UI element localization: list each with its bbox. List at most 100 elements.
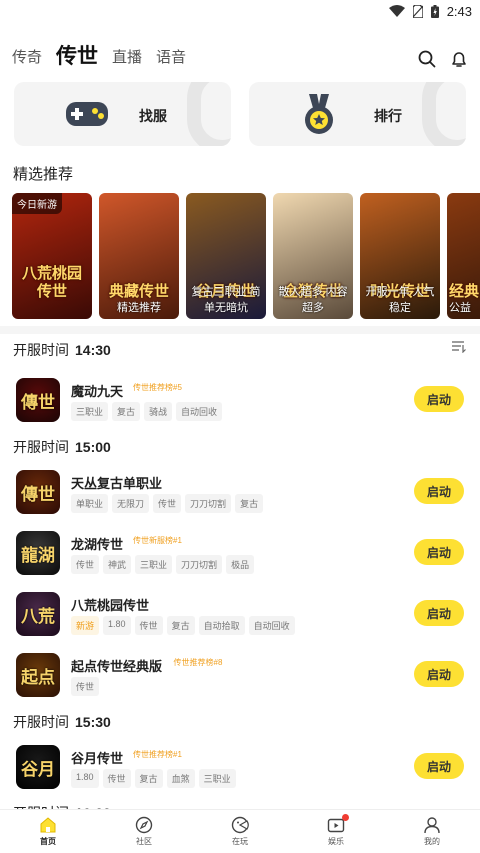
status-time: 2:43 xyxy=(446,3,472,19)
search-icon[interactable] xyxy=(418,50,436,68)
tag: 三职业 xyxy=(71,402,109,421)
server-time-value: 15:00 xyxy=(75,439,111,455)
game-row[interactable]: 起点 起点传世经典版 传世推荐榜#8 传世 启动 xyxy=(0,653,480,709)
game-row[interactable]: 八荒 八荒桃园传世 新游 1.80 传世 复古 自动拾取 自动回收 启动 xyxy=(0,592,480,648)
compass-icon xyxy=(135,816,153,834)
launch-button[interactable]: 启动 xyxy=(414,386,464,412)
server-time-value: 15:30 xyxy=(75,714,111,730)
featured-card[interactable]: 经典 公益 xyxy=(447,193,480,319)
medal-icon xyxy=(305,94,333,134)
tag: 自动回收 xyxy=(248,616,295,635)
server-time-header: 开服时间 15:30 xyxy=(13,712,111,732)
tag: 自动拾取 xyxy=(198,616,245,635)
game-icon: 傳世 xyxy=(16,378,60,422)
game-row[interactable]: 龍湖 龙湖传世 传世新服榜#1 传世 神武 三职业 刀刀切割 极品 启动 xyxy=(0,531,480,587)
sort-icon[interactable] xyxy=(452,341,466,353)
wifi-icon xyxy=(388,5,405,17)
game-name: 魔动九天 xyxy=(71,384,124,399)
rank-badge: 传世推荐榜#8 xyxy=(173,658,223,667)
tag: 新游 xyxy=(71,616,100,635)
top-tab-bar: 传奇 传世 直播 语音 xyxy=(12,38,468,72)
ranking-card[interactable]: 排行 xyxy=(249,82,466,146)
tag-list: 传世 xyxy=(71,677,100,696)
tag: 血煞 xyxy=(166,769,195,788)
featured-card[interactable]: 谷月传世 复古三职业 简单无暗坑 xyxy=(186,193,266,319)
game-name: 起点传世经典版 xyxy=(71,659,163,674)
server-time-header: 开服时间 14:30 xyxy=(13,340,111,360)
nav-label: 我的 xyxy=(424,837,440,846)
find-server-card[interactable]: 找服 xyxy=(14,82,231,146)
home-icon xyxy=(40,817,56,833)
game-icon: 谷月 xyxy=(16,745,60,789)
tag: 复古 xyxy=(235,494,264,513)
notification-dot xyxy=(342,814,349,821)
rank-badge: 传世推荐榜#5 xyxy=(133,383,182,392)
server-time-label: 开服时间 xyxy=(13,342,69,358)
featured-card-subtitle: 复古三职业 简单无暗坑 xyxy=(191,286,261,314)
featured-card[interactable]: 典藏传世 精选推荐 xyxy=(99,193,179,319)
tab-chuanqi[interactable]: 传奇 xyxy=(12,48,42,72)
find-server-label: 找服 xyxy=(139,108,167,124)
gamepad-icon xyxy=(231,816,249,834)
tab-chuanshi[interactable]: 传世 xyxy=(56,44,98,72)
game-name: 天丛复古单职业 xyxy=(71,476,163,491)
tag: 三职业 xyxy=(135,555,173,574)
nav-community[interactable]: 社区 xyxy=(96,810,192,853)
game-row[interactable]: 傳世 魔动九天 传世推荐榜#5 三职业 复古 骑战 自动回收 启动 xyxy=(0,378,480,434)
launch-button[interactable]: 启动 xyxy=(414,539,464,565)
nav-playing[interactable]: 在玩 xyxy=(192,810,288,853)
featured-card[interactable]: 时光传世 开服一年 人气稳定 xyxy=(360,193,440,319)
tag: 1.80 xyxy=(103,616,131,635)
app-root: 2:43 传奇 传世 直播 语音 找服 排行 精选推荐 今日新游 八荒桃园传世 … xyxy=(0,0,480,853)
tag: 刀刀切割 xyxy=(185,494,232,513)
server-time-label: 开服时间 xyxy=(13,439,69,455)
featured-card-title: 八荒桃园传世 xyxy=(21,265,82,300)
game-icon: 起点 xyxy=(16,653,60,697)
nav-entertainment[interactable]: 娱乐 xyxy=(288,810,384,853)
server-time-value: 14:30 xyxy=(75,342,111,358)
tag: 刀刀切割 xyxy=(176,555,223,574)
nav-me[interactable]: 我的 xyxy=(384,810,480,853)
launch-button[interactable]: 启动 xyxy=(414,753,464,779)
launch-button[interactable]: 启动 xyxy=(414,600,464,626)
tag: 神武 xyxy=(103,555,132,574)
tag: 传世 xyxy=(153,494,182,513)
bell-icon[interactable] xyxy=(450,50,468,68)
tag: 传世 xyxy=(134,616,163,635)
battery-icon xyxy=(430,4,439,18)
tab-voice[interactable]: 语音 xyxy=(156,48,186,72)
tag: 传世 xyxy=(71,677,100,696)
server-time-label: 开服时间 xyxy=(13,714,69,730)
tag: 极品 xyxy=(226,555,255,574)
game-icon: 龍湖 xyxy=(16,531,60,575)
featured-card[interactable]: 金猪传世 散人超多 内容超多 xyxy=(273,193,353,319)
tag: 骑战 xyxy=(144,402,173,421)
featured-title: 精选推荐 xyxy=(13,166,74,183)
tag: 无限刀 xyxy=(112,494,150,513)
featured-card-subtitle: 公益 xyxy=(449,302,471,314)
section-divider xyxy=(0,326,480,334)
tag-list: 新游 1.80 传世 复古 自动拾取 自动回收 xyxy=(71,616,295,635)
tag: 传世 xyxy=(71,555,100,574)
nav-home[interactable]: 首页 xyxy=(0,810,96,853)
no-sim-icon xyxy=(412,4,423,18)
launch-button[interactable]: 启动 xyxy=(414,661,464,687)
tag-list: 传世 神武 三职业 刀刀切割 极品 xyxy=(71,555,255,574)
tag: 复古 xyxy=(112,402,141,421)
featured-card[interactable]: 今日新游 八荒桃园传世 xyxy=(12,193,92,319)
tab-live[interactable]: 直播 xyxy=(112,48,142,72)
nav-label: 在玩 xyxy=(232,837,248,846)
featured-card-subtitle: 开服一年 人气稳定 xyxy=(365,286,435,314)
game-name: 龙湖传世 xyxy=(71,537,124,552)
tag-list: 三职业 复古 骑战 自动回收 xyxy=(71,402,223,421)
launch-button[interactable]: 启动 xyxy=(414,478,464,504)
tag-list: 单职业 无限刀 传世 刀刀切割 复古 xyxy=(71,494,264,513)
nav-label: 社区 xyxy=(136,837,152,846)
featured-card-subtitle: 散人超多 内容超多 xyxy=(278,286,348,314)
game-row[interactable]: 傳世 天丛复古单职业 单职业 无限刀 传世 刀刀切割 复古 启动 xyxy=(0,470,480,526)
game-row[interactable]: 谷月 谷月传世 传世推荐榜#1 1.80 传世 复古 血煞 三职业 启动 xyxy=(0,745,480,801)
tag: 传世 xyxy=(102,769,131,788)
tag-list: 1.80 传世 复古 血煞 三职业 xyxy=(71,769,236,788)
card-decoration xyxy=(422,82,466,146)
tag: 1.80 xyxy=(71,769,99,788)
